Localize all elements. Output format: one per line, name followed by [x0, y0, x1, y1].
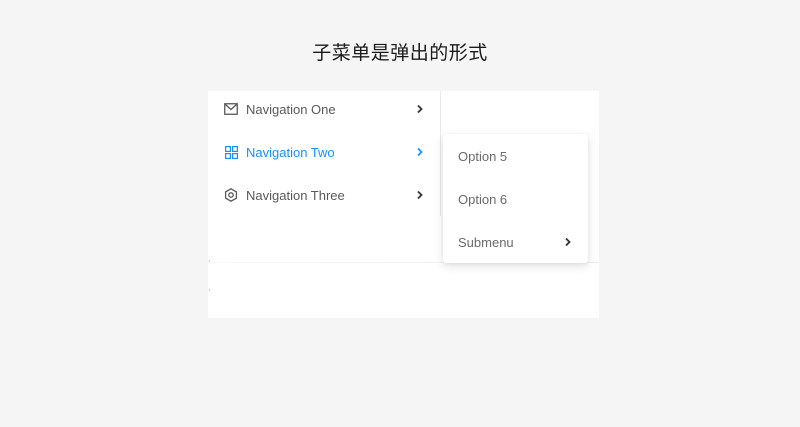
chevron-right-icon: [563, 237, 573, 247]
divider-tick: [209, 289, 210, 291]
submenu-item-label: Option 5: [458, 148, 508, 164]
divider-tick: [209, 260, 210, 262]
setting-icon: [224, 188, 238, 202]
menu-item-navigation-three[interactable]: Navigation Three: [208, 177, 440, 213]
mail-icon: [224, 102, 238, 116]
submenu-item-submenu[interactable]: Submenu: [443, 224, 588, 260]
submenu-item-label: Option 6: [458, 191, 508, 207]
page-caption: 子菜单是弹出的形式: [312, 42, 488, 64]
menu-item-navigation-two[interactable]: Navigation Two: [208, 134, 440, 170]
submenu-item-option-6[interactable]: Option 6: [443, 181, 588, 217]
chevron-right-icon: [415, 190, 425, 200]
vertical-menu: Navigation One Navigation Two Navigation…: [208, 91, 440, 261]
appstore-icon: [224, 145, 238, 159]
menu-item-label: Navigation Two: [246, 144, 335, 160]
chevron-right-icon: [415, 104, 425, 114]
submenu-item-label: Submenu: [458, 234, 514, 250]
menu-item-label: Navigation Three: [246, 187, 345, 203]
menu-item-navigation-one[interactable]: Navigation One: [208, 91, 440, 127]
submenu-item-option-5[interactable]: Option 5: [443, 138, 588, 174]
chevron-right-icon: [415, 147, 425, 157]
submenu-popup: Option 5 Option 6 Submenu: [443, 134, 588, 263]
menu-item-label: Navigation One: [246, 101, 336, 117]
menu-divider: [440, 91, 441, 216]
